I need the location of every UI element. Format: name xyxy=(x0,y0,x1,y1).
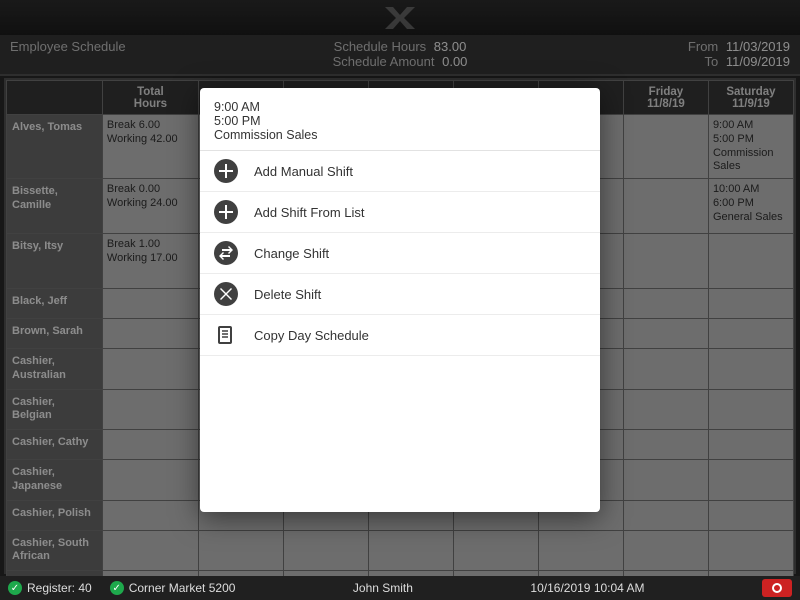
menu-item-copy-day-schedule[interactable]: Copy Day Schedule xyxy=(200,315,600,356)
popup-shift-end: 5:00 PM xyxy=(214,114,586,128)
store-status: ✓ Corner Market 5200 xyxy=(110,581,236,595)
check-icon: ✓ xyxy=(8,581,22,595)
menu-item-change-shift[interactable]: Change Shift xyxy=(200,233,600,274)
popup-header: 9:00 AM 5:00 PM Commission Sales xyxy=(200,88,600,151)
menu-item-label: Add Shift From List xyxy=(254,205,365,220)
close-icon xyxy=(214,282,238,306)
plus-icon xyxy=(214,200,238,224)
menu-item-add-manual-shift[interactable]: Add Manual Shift xyxy=(200,151,600,192)
register-status: ✓ Register: 40 xyxy=(8,581,92,595)
swap-icon xyxy=(214,241,238,265)
popup-shift-start: 9:00 AM xyxy=(214,100,586,114)
current-datetime: 10/16/2019 10:04 AM xyxy=(530,581,644,595)
menu-item-label: Change Shift xyxy=(254,246,329,261)
menu-item-label: Copy Day Schedule xyxy=(254,328,369,343)
menu-item-delete-shift[interactable]: Delete Shift xyxy=(200,274,600,315)
shift-context-menu: 9:00 AM 5:00 PM Commission Sales Add Man… xyxy=(200,88,600,512)
copy-icon xyxy=(214,323,238,347)
menu-item-add-shift-from-list[interactable]: Add Shift From List xyxy=(200,192,600,233)
current-user: John Smith xyxy=(353,581,413,595)
popup-shift-type: Commission Sales xyxy=(214,128,586,142)
menu-item-label: Add Manual Shift xyxy=(254,164,353,179)
check-icon: ✓ xyxy=(110,581,124,595)
status-bar: ✓ Register: 40 ✓ Corner Market 5200 John… xyxy=(0,576,800,600)
plus-icon xyxy=(214,159,238,183)
menu-item-label: Delete Shift xyxy=(254,287,321,302)
alert-indicator[interactable] xyxy=(762,579,792,597)
